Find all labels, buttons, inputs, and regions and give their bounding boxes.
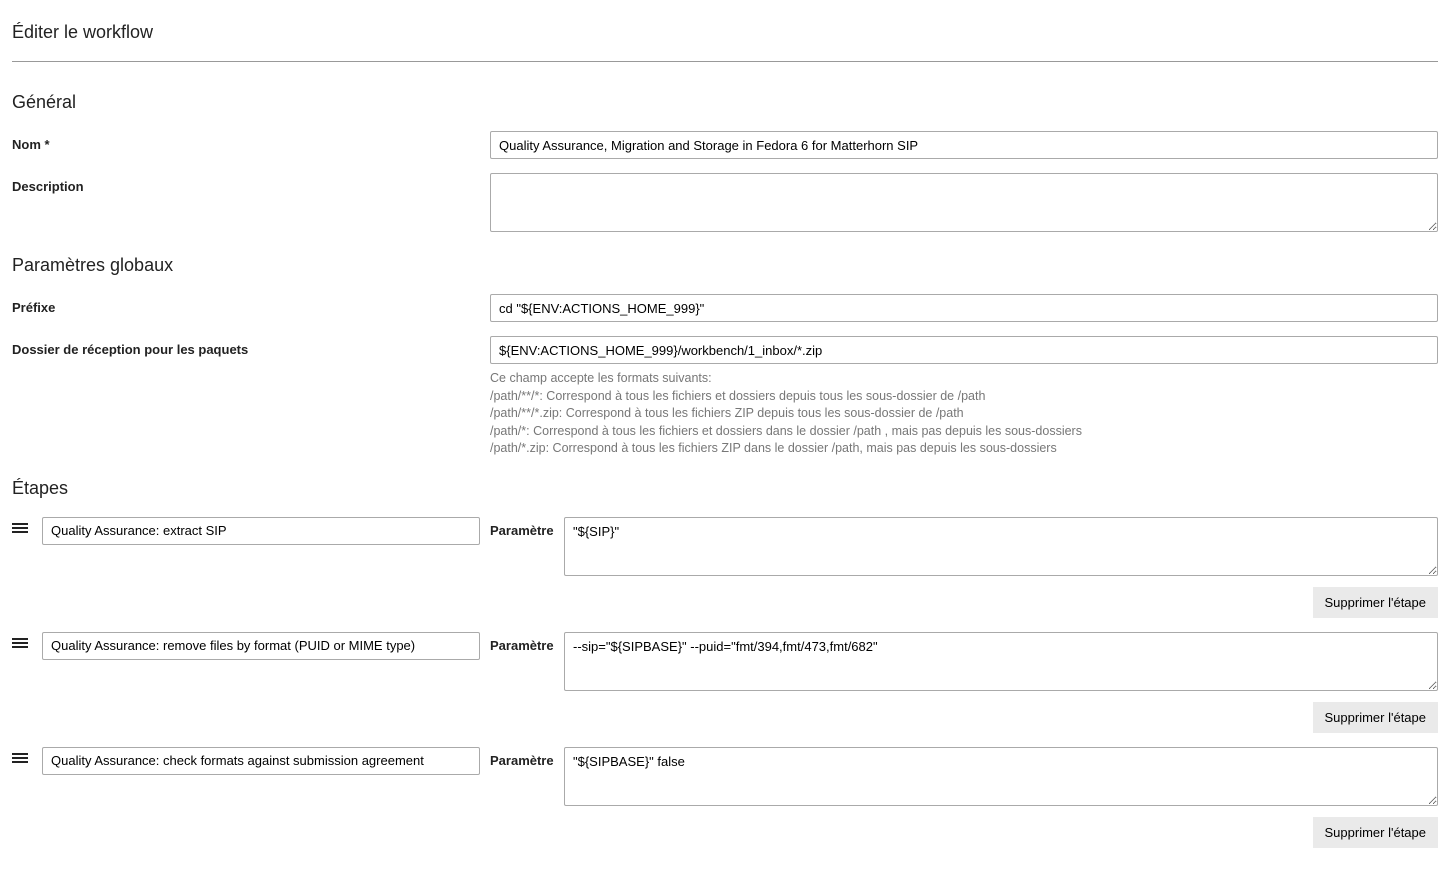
param-label: Paramètre [490, 632, 564, 653]
step-param-textarea[interactable]: "${SIP}" [564, 517, 1438, 576]
section-globals-title: Paramètres globaux [12, 255, 1438, 276]
step-param-textarea[interactable]: "${SIPBASE}" false [564, 747, 1438, 806]
step-row: Paramètre "${SIP}" [12, 517, 1438, 579]
section-general-title: Général [12, 92, 1438, 113]
drag-handle-icon[interactable] [12, 523, 28, 535]
inbox-label: Dossier de réception pour les paquets [12, 336, 490, 357]
param-label: Paramètre [490, 517, 564, 538]
inbox-help: Ce champ accepte les formats suivants: /… [490, 370, 1438, 458]
param-label: Paramètre [490, 747, 564, 768]
prefix-input[interactable] [490, 294, 1438, 322]
help-line: /path/*: Correspond à tous les fichiers … [490, 423, 1438, 441]
step-row: Paramètre "${SIPBASE}" false [12, 747, 1438, 809]
delete-step-button[interactable]: Supprimer l'étape [1313, 702, 1438, 733]
prefix-label: Préfixe [12, 294, 490, 315]
name-input[interactable] [490, 131, 1438, 159]
description-label: Description [12, 173, 490, 194]
delete-step-button[interactable]: Supprimer l'étape [1313, 817, 1438, 848]
help-line: /path/**/*.zip: Correspond à tous les fi… [490, 405, 1438, 423]
description-textarea[interactable] [490, 173, 1438, 232]
help-intro: Ce champ accepte les formats suivants: [490, 370, 1438, 388]
section-steps-title: Étapes [12, 478, 1438, 499]
step-name-input[interactable] [42, 747, 480, 775]
step-param-textarea[interactable]: --sip="${SIPBASE}" --puid="fmt/394,fmt/4… [564, 632, 1438, 691]
title-separator [12, 61, 1438, 62]
page-title: Éditer le workflow [12, 22, 1438, 43]
name-label: Nom * [12, 131, 490, 152]
step-name-input[interactable] [42, 632, 480, 660]
inbox-input[interactable] [490, 336, 1438, 364]
step-name-input[interactable] [42, 517, 480, 545]
drag-handle-icon[interactable] [12, 753, 28, 765]
step-row: Paramètre --sip="${SIPBASE}" --puid="fmt… [12, 632, 1438, 694]
drag-handle-icon[interactable] [12, 638, 28, 650]
help-line: /path/**/*: Correspond à tous les fichie… [490, 388, 1438, 406]
help-line: /path/*.zip: Correspond à tous les fichi… [490, 440, 1438, 458]
delete-step-button[interactable]: Supprimer l'étape [1313, 587, 1438, 618]
